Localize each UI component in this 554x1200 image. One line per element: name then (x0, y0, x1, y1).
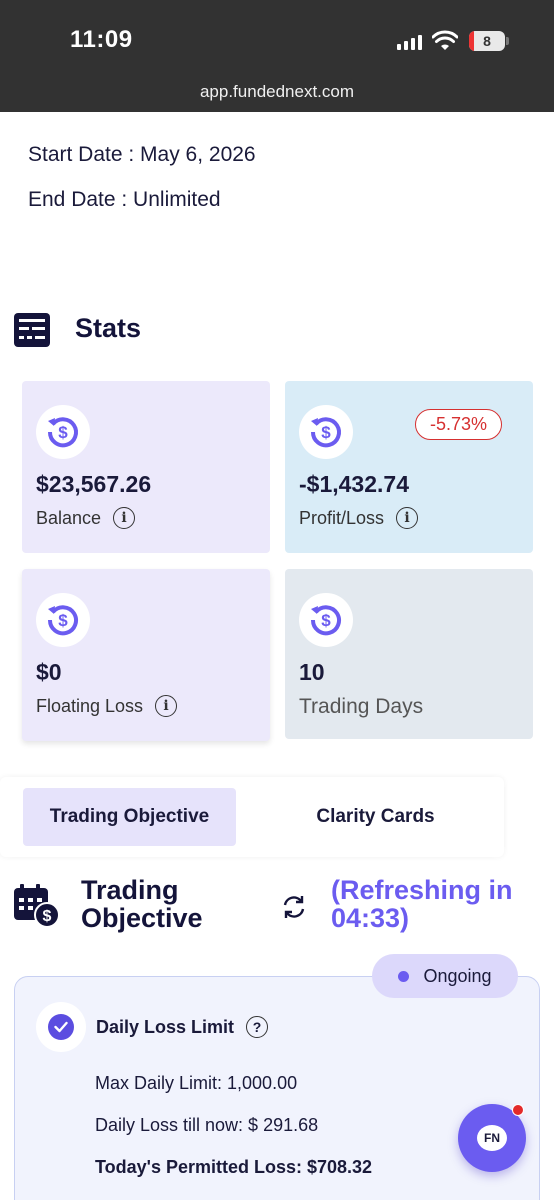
max-daily-limit: Max Daily Limit: 1,000.00 (95, 1073, 298, 1093)
status-badge: Ongoing (372, 954, 518, 998)
help-icon[interactable]: ? (246, 1016, 269, 1038)
trading-days-value: 10 (299, 659, 325, 685)
notification-dot (512, 1104, 524, 1116)
objective-tabs: Trading Objective Clarity Cards (0, 777, 504, 857)
daily-loss-till-now: Daily Loss till now: $ 291.68 (95, 1115, 319, 1135)
end-date: End Date : Unlimited (28, 188, 221, 211)
stats-icon (14, 313, 50, 347)
status-text: Ongoing (423, 965, 492, 986)
floating-loss-label: Floating Loss i (36, 695, 178, 717)
signal-icon (397, 34, 422, 50)
start-date: Start Date : May 6, 2026 (28, 143, 256, 166)
trading-days-label: Trading Days (299, 695, 424, 718)
dollar-refresh-icon: $ (299, 593, 353, 647)
trading-days-card: $ 10 Trading Days (285, 569, 533, 739)
refresh-icon[interactable] (280, 893, 308, 921)
check-icon (36, 1002, 86, 1052)
address-bar[interactable]: app.fundednext.com (0, 82, 554, 102)
profit-loss-value: -$1,432.74 (299, 471, 409, 497)
profit-loss-percent-badge: -5.73% (415, 409, 503, 440)
profit-loss-label-text: Profit/Loss (299, 507, 385, 528)
wifi-icon (432, 30, 458, 50)
tab-trading-objective[interactable]: Trading Objective (23, 788, 236, 846)
clock: 11:09 (70, 26, 133, 53)
todays-permitted-loss: Today's Permitted Loss: $708.32 (95, 1157, 373, 1177)
info-icon[interactable]: i (396, 507, 419, 529)
svg-text:$: $ (321, 611, 331, 630)
stats-title: Stats (75, 313, 142, 343)
daily-loss-limit-title: Daily Loss Limit (96, 1016, 235, 1037)
info-icon[interactable]: i (155, 695, 178, 717)
refresh-countdown: (Refreshing in 04:33) (331, 875, 513, 933)
battery-icon: 8 (469, 31, 505, 51)
dollar-refresh-icon: $ (36, 405, 90, 459)
svg-text:$: $ (58, 611, 68, 630)
balance-card: $ $23,567.26 Balance i (22, 381, 270, 553)
battery-tip (506, 37, 509, 45)
profit-loss-card: $ -5.73% -$1,432.74 Profit/Loss i (285, 381, 533, 553)
tab-clarity-cards[interactable]: Clarity Cards (269, 788, 482, 846)
chat-bubble-icon: FN (477, 1125, 507, 1151)
dollar-refresh-icon: $ (36, 593, 90, 647)
floating-loss-card: $ $0 Floating Loss i (22, 569, 270, 741)
profit-loss-label: Profit/Loss i (299, 507, 419, 529)
balance-label: Balance i (36, 507, 136, 529)
chat-button[interactable]: FN (458, 1104, 526, 1172)
calendar-dollar-icon: $ (14, 884, 60, 928)
trading-objective-title: Trading Objective (81, 875, 203, 933)
daily-loss-limit-heading: Daily Loss Limit ? (96, 1016, 269, 1038)
status-bar: 11:09 8 app.fundednext.com (0, 0, 554, 112)
info-icon[interactable]: i (113, 507, 136, 529)
balance-value: $23,567.26 (36, 471, 152, 497)
status-dot (398, 970, 410, 982)
dollar-refresh-icon: $ (299, 405, 353, 459)
svg-text:$: $ (321, 423, 331, 442)
battery-level: 8 (483, 33, 491, 49)
floating-loss-label-text: Floating Loss (36, 695, 144, 716)
svg-text:$: $ (58, 423, 68, 442)
floating-loss-value: $0 (36, 659, 62, 685)
balance-label-text: Balance (36, 507, 102, 528)
svg-text:$: $ (43, 908, 52, 925)
